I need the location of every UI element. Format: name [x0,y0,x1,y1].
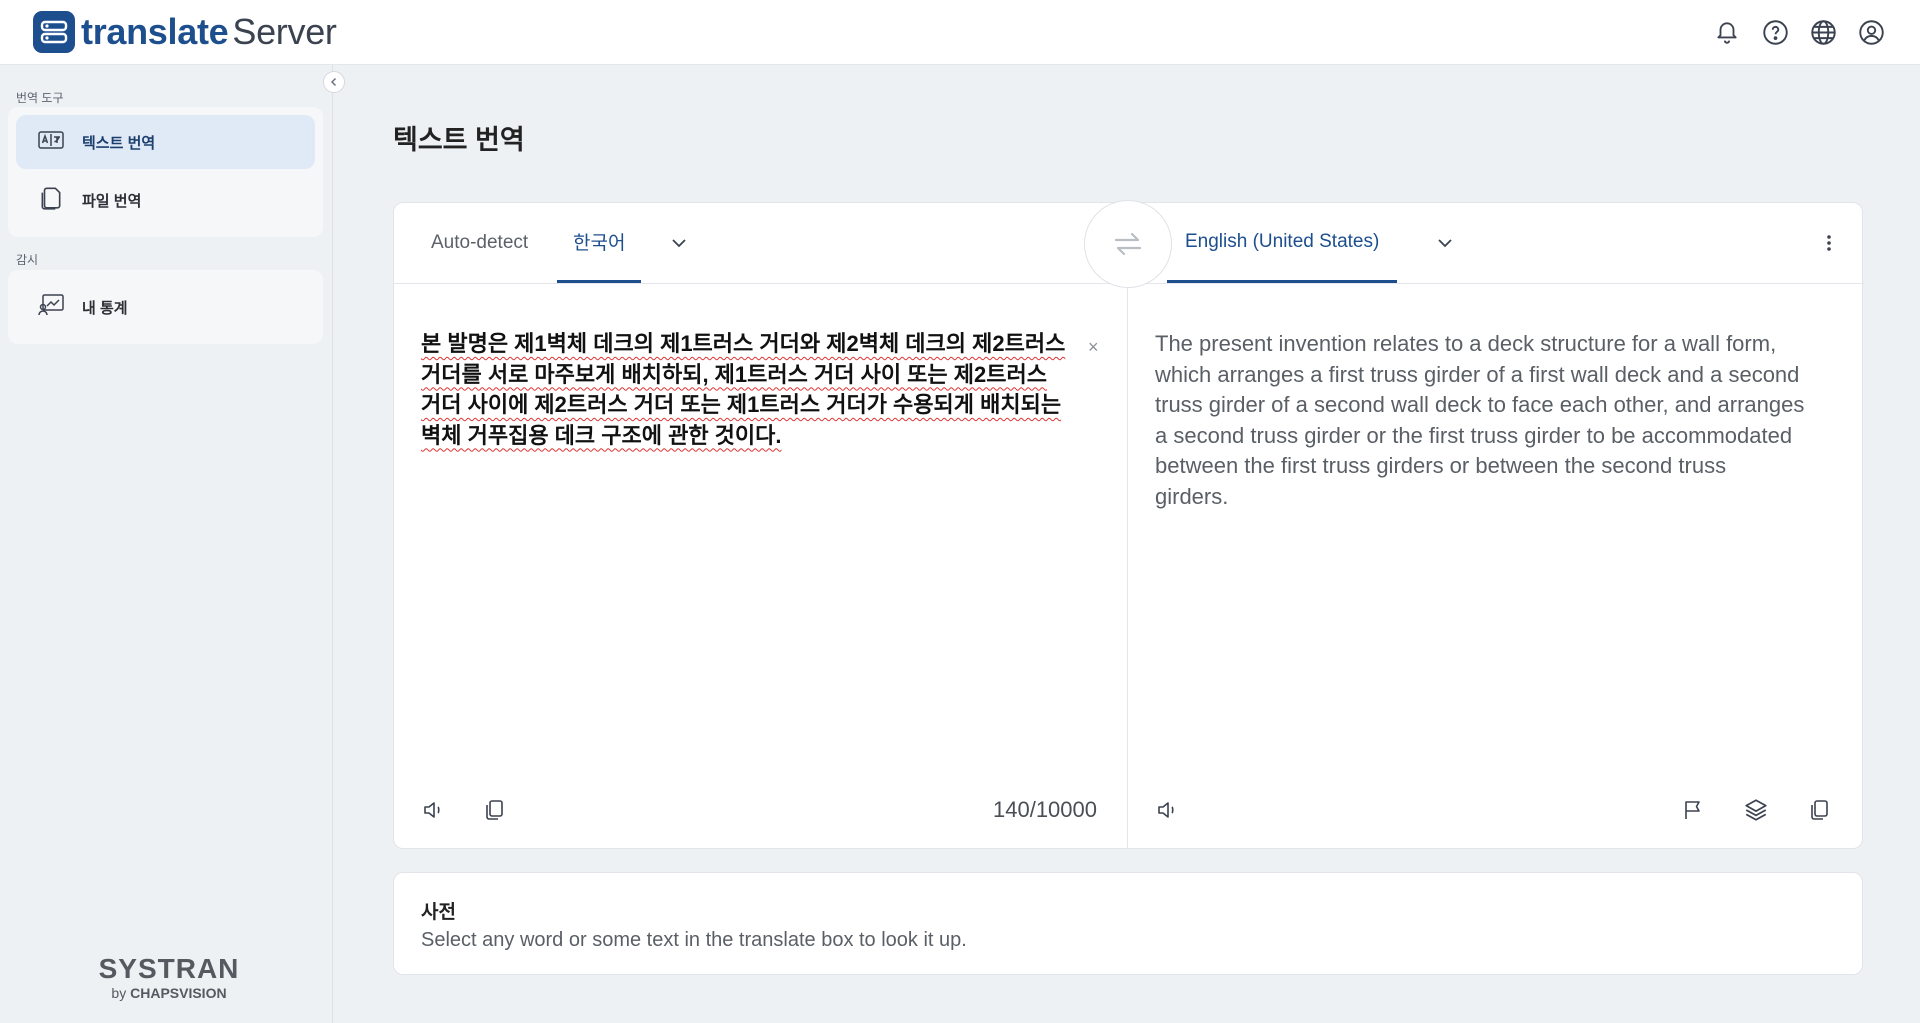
brand-company: CHAPSVISION [130,985,227,1001]
sidebar-item-text-translation[interactable]: 텍스트 번역 [16,115,315,169]
sidebar-item-label: 내 통계 [82,299,128,317]
source-listen-button[interactable] [419,795,449,825]
more-vertical-icon [1827,235,1831,251]
logo-text: translate Server [81,12,337,52]
brand-name: SYSTRAN [98,953,240,984]
bell-icon[interactable] [1712,14,1742,50]
speaker-icon [1158,802,1174,818]
tab-auto-detect[interactable]: Auto-detect [427,203,532,283]
chevron-down-icon [672,239,686,248]
source-language-dropdown[interactable] [664,203,694,283]
globe-icon[interactable] [1808,14,1838,50]
sidebar-item-file-translation[interactable]: 파일 번역 [16,173,315,227]
logo-mark-icon [33,11,75,53]
text-translate-icon [38,130,64,154]
dictionary-title: 사전 [421,902,456,923]
nav-group-tools: 텍스트 번역 파일 번역 [8,107,323,237]
alternatives-button[interactable] [1741,795,1771,825]
chevron-left-icon [330,77,337,87]
page-title: 텍스트 번역 [393,125,525,155]
systran-brand: SYSTRAN by CHAPSVISION [84,953,254,1001]
section-label-monitor: 감시 [16,253,39,267]
report-button[interactable] [1678,795,1708,825]
app-logo[interactable]: translate Server [33,11,337,53]
clear-text-button[interactable]: × [1088,337,1099,358]
swap-icon [1114,232,1142,256]
layers-icon [1745,799,1767,821]
flag-icon [1685,801,1700,819]
source-copy-button[interactable] [479,795,509,825]
help-icon[interactable] [1760,14,1790,50]
sidebar-item-my-statistics[interactable]: 내 통계 [16,280,315,334]
file-icon [38,185,64,215]
swap-languages-button[interactable] [1084,200,1172,288]
copy-icon [486,800,503,820]
top-header: translate Server [0,0,1920,65]
copy-icon [1811,800,1828,820]
dictionary-panel: 사전 Select any word or some text in the t… [393,872,1863,975]
target-language-dropdown[interactable] [1430,203,1460,283]
source-text-input[interactable]: 본 발명은 제1벽체 데크의 제1트러스 거더와 제2벽체 데크의 제2트러스 … [421,329,1071,451]
statistics-icon [38,294,64,320]
nav-group-monitor: 내 통계 [8,270,323,344]
column-divider [1127,283,1128,850]
brand-byline: by CHAPSVISION [84,985,254,1001]
account-icon[interactable] [1856,14,1886,50]
chevron-down-icon [1438,239,1452,248]
sidebar-item-label: 텍스트 번역 [82,134,156,152]
dictionary-hint: Select any word or some text in the tran… [421,929,967,951]
brand-by: by [111,985,127,1001]
translation-panel: Auto-detect 한국어 English (United States) … [393,200,1864,850]
header-actions [1712,14,1886,50]
sidebar: 번역 도구 텍스트 번역 파일 번역 감시 내 통계 SYSTRAN by CH… [0,65,333,1023]
target-copy-button[interactable] [1804,795,1834,825]
sidebar-item-label: 파일 번역 [82,192,142,210]
tab-target-language[interactable]: English (United States) [1167,203,1398,283]
collapse-sidebar-button[interactable] [323,71,345,93]
tab-source-language[interactable]: 한국어 [557,203,642,283]
logo-secondary: Server [232,11,337,52]
target-listen-button[interactable] [1153,795,1183,825]
more-options-button[interactable] [1814,203,1844,283]
speaker-icon [424,802,440,818]
section-label-tools: 번역 도구 [16,91,64,105]
translated-text-output[interactable]: The present invention relates to a deck … [1155,329,1805,512]
character-count: 140/10000 [993,797,1097,822]
logo-primary: translate [81,11,229,52]
